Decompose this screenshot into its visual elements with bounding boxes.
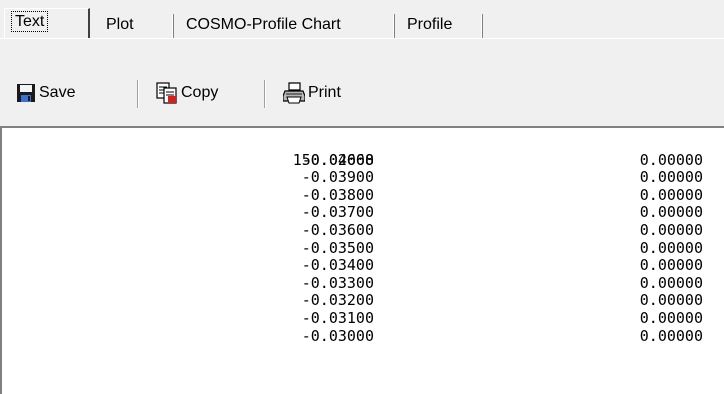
tab-cosmo-profile-chart[interactable]: COSMO-Profile Chart xyxy=(178,12,392,38)
table-row: -0.03700 0.00000 xyxy=(12,204,703,222)
table-row: -0.03000 0.00000 xyxy=(12,327,703,346)
row-x-value: -0.03800 xyxy=(301,185,374,204)
row-y-value: 0.00000 xyxy=(639,326,703,345)
copy-icon xyxy=(156,82,177,104)
row-y-value: 0.00000 xyxy=(639,291,703,310)
row-y-value: 0.00000 xyxy=(639,185,703,204)
row-x-value: -0.04000 xyxy=(301,150,374,169)
row-x-value: -0.03100 xyxy=(301,308,374,327)
copy-button[interactable]: Copy xyxy=(156,80,218,106)
row-x-value: -0.03300 xyxy=(301,273,374,292)
table-row: -0.03300 0.00000 xyxy=(12,274,703,293)
table-row: -0.03600 0.00000 xyxy=(12,221,703,240)
print-button[interactable]: Print xyxy=(283,80,341,106)
table-row: -0.03200 0.00000 xyxy=(12,292,703,310)
row-y-value: 0.00000 xyxy=(639,203,703,222)
row-y-value: 0.00000 xyxy=(639,220,703,239)
row-x-value: -0.03500 xyxy=(301,238,374,257)
table-row: -0.04000 0.00000 xyxy=(12,151,703,170)
tab-profile-label: Profile xyxy=(407,16,453,33)
toolbar-separator xyxy=(264,80,266,108)
tab-plot[interactable]: Plot xyxy=(98,12,170,38)
save-label: Save xyxy=(39,84,76,101)
table-row: -0.03500 0.00000 xyxy=(12,239,703,258)
row-y-value: 0.00000 xyxy=(639,168,703,187)
row-x-value: -0.03400 xyxy=(301,256,374,275)
row-x-value: -0.03200 xyxy=(301,291,374,310)
copy-label: Copy xyxy=(181,84,219,101)
row-y-value: 0.00000 xyxy=(639,238,703,257)
printer-icon xyxy=(283,82,305,104)
tab-divider xyxy=(393,14,395,38)
tab-strip: Text Plot COSMO-Profile Chart Profile xyxy=(0,0,724,42)
tab-plot-label: Plot xyxy=(106,16,134,33)
save-button[interactable]: Save xyxy=(16,80,75,106)
toolbar-separator xyxy=(137,80,139,108)
row-x-value: -0.03600 xyxy=(301,220,374,239)
tab-divider xyxy=(172,14,174,38)
toolbar: Save Copy Print xyxy=(0,64,724,114)
tab-divider xyxy=(481,14,483,38)
floppy-disk-icon xyxy=(17,84,35,102)
row-y-value: 0.00000 xyxy=(639,308,703,327)
text-output-pane[interactable]: 150.02668 -0.04000 0.00000 -0.03900 0.00000… xyxy=(0,126,724,394)
row-y-value: 0.00000 xyxy=(639,256,703,275)
row-x-value: -0.03900 xyxy=(301,168,374,187)
table-row: -0.03900 0.00000 xyxy=(12,169,703,187)
tab-text-label: Text xyxy=(10,11,49,32)
tab-cosmo-label: COSMO-Profile Chart xyxy=(186,16,341,33)
tab-profile[interactable]: Profile xyxy=(399,12,481,38)
table-row: -0.03800 0.00000 xyxy=(12,186,703,205)
table-row: -0.03100 0.00000 xyxy=(12,309,703,328)
row-y-value: 0.00000 xyxy=(639,150,703,169)
header-row: 150.02668 xyxy=(12,134,374,168)
row-x-value: -0.03000 xyxy=(301,326,374,345)
row-x-value: -0.03700 xyxy=(301,203,374,222)
row-y-value: 0.00000 xyxy=(639,273,703,292)
tab-text[interactable]: Text xyxy=(4,8,90,38)
tab-baseline xyxy=(0,38,724,39)
text-output-content: 150.02668 -0.04000 0.00000 -0.03900 0.00000… xyxy=(12,134,703,346)
print-label: Print xyxy=(308,84,341,101)
table-row: -0.03400 0.00000 xyxy=(12,257,703,275)
